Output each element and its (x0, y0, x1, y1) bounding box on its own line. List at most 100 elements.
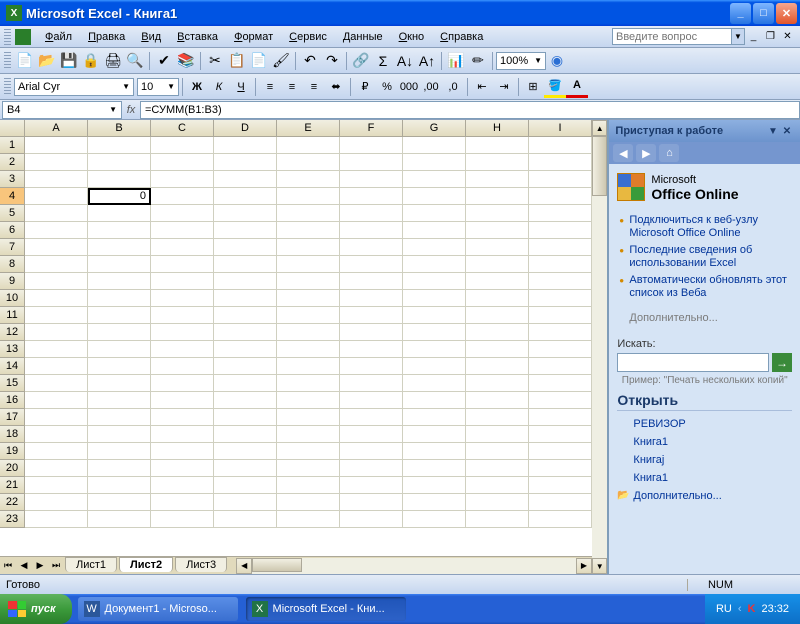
col-header-G[interactable]: G (403, 120, 466, 137)
row-header[interactable]: 5 (0, 205, 25, 222)
increase-indent-button[interactable]: ⇥ (493, 76, 515, 98)
cell[interactable] (529, 256, 592, 273)
cell[interactable] (277, 375, 340, 392)
cell[interactable] (151, 307, 214, 324)
cell[interactable] (88, 239, 151, 256)
cell[interactable] (214, 358, 277, 375)
cell[interactable] (529, 188, 592, 205)
cell[interactable] (88, 171, 151, 188)
cell[interactable] (151, 290, 214, 307)
chart-wizard-button[interactable]: 📊 (445, 50, 467, 72)
cell[interactable] (151, 341, 214, 358)
cell[interactable] (25, 375, 88, 392)
cell[interactable] (88, 511, 151, 528)
cell[interactable] (466, 409, 529, 426)
cell[interactable] (466, 137, 529, 154)
cell[interactable] (88, 324, 151, 341)
cell[interactable] (529, 171, 592, 188)
cell[interactable] (277, 477, 340, 494)
cell[interactable] (277, 358, 340, 375)
cell[interactable] (340, 443, 403, 460)
cell[interactable] (340, 256, 403, 273)
cell[interactable] (340, 205, 403, 222)
cell[interactable] (403, 358, 466, 375)
cell[interactable] (25, 341, 88, 358)
row-header[interactable]: 15 (0, 375, 25, 392)
cell[interactable] (88, 341, 151, 358)
cell[interactable] (403, 341, 466, 358)
sheet-tab[interactable]: Лист3 (175, 557, 227, 572)
cell[interactable] (403, 188, 466, 205)
cell[interactable] (277, 222, 340, 239)
cell[interactable] (277, 273, 340, 290)
cell[interactable] (277, 307, 340, 324)
percent-button[interactable]: % (376, 76, 398, 98)
cell[interactable] (403, 290, 466, 307)
first-sheet-button[interactable]: ⏮ (0, 558, 16, 574)
cell[interactable] (466, 494, 529, 511)
cell[interactable] (466, 222, 529, 239)
col-header-A[interactable]: A (25, 120, 88, 137)
cell[interactable] (340, 154, 403, 171)
cell[interactable] (25, 358, 88, 375)
taskbar-app-button[interactable]: WДокумент1 - Microso... (78, 597, 238, 621)
cell[interactable] (151, 222, 214, 239)
cell[interactable] (403, 426, 466, 443)
align-right-button[interactable]: ≡ (303, 76, 325, 98)
row-header[interactable]: 7 (0, 239, 25, 256)
cell[interactable] (403, 375, 466, 392)
cell[interactable] (214, 409, 277, 426)
cell[interactable] (277, 460, 340, 477)
scroll-up-button[interactable]: ▲ (592, 120, 607, 136)
cell[interactable] (403, 511, 466, 528)
hyperlink-button[interactable]: 🔗 (350, 50, 372, 72)
cell[interactable] (277, 324, 340, 341)
excel-doc-icon[interactable] (15, 29, 31, 45)
row-header[interactable]: 16 (0, 392, 25, 409)
cell[interactable] (88, 256, 151, 273)
cell[interactable] (25, 392, 88, 409)
research-button[interactable]: 📚 (175, 50, 197, 72)
cell[interactable] (340, 392, 403, 409)
tray-clock[interactable]: 23:32 (761, 603, 789, 615)
cell[interactable] (25, 137, 88, 154)
font-size-combo[interactable]: 10▼ (137, 78, 179, 96)
cell[interactable] (151, 443, 214, 460)
cell[interactable] (403, 494, 466, 511)
cell[interactable] (529, 426, 592, 443)
cell[interactable] (529, 409, 592, 426)
cell[interactable] (340, 290, 403, 307)
new-button[interactable]: 📄 (14, 50, 36, 72)
cell[interactable] (88, 307, 151, 324)
cell[interactable] (340, 409, 403, 426)
toolbar-grip[interactable] (4, 52, 11, 70)
cell[interactable] (529, 290, 592, 307)
cell[interactable] (277, 392, 340, 409)
cell[interactable] (214, 375, 277, 392)
cell[interactable] (403, 273, 466, 290)
cell[interactable] (214, 392, 277, 409)
print-button[interactable]: 🖨 (102, 50, 124, 72)
cell[interactable] (403, 409, 466, 426)
cell[interactable] (88, 358, 151, 375)
menu-формат[interactable]: Формат (226, 29, 281, 45)
last-sheet-button[interactable]: ⏭ (48, 558, 64, 574)
cell[interactable] (25, 256, 88, 273)
cell[interactable] (466, 426, 529, 443)
fx-icon[interactable]: fx (122, 104, 140, 116)
save-button[interactable]: 💾 (58, 50, 80, 72)
cell[interactable] (466, 188, 529, 205)
cell[interactable] (25, 324, 88, 341)
cell[interactable] (466, 375, 529, 392)
cell[interactable] (403, 477, 466, 494)
cell[interactable] (466, 477, 529, 494)
align-center-button[interactable]: ≡ (281, 76, 303, 98)
cell[interactable] (403, 222, 466, 239)
row-header[interactable]: 3 (0, 171, 25, 188)
cell[interactable] (529, 239, 592, 256)
copy-button[interactable]: 📋 (226, 50, 248, 72)
cell[interactable] (529, 137, 592, 154)
prev-sheet-button[interactable]: ◀ (16, 558, 32, 574)
cut-button[interactable]: ✂ (204, 50, 226, 72)
row-header[interactable]: 8 (0, 256, 25, 273)
